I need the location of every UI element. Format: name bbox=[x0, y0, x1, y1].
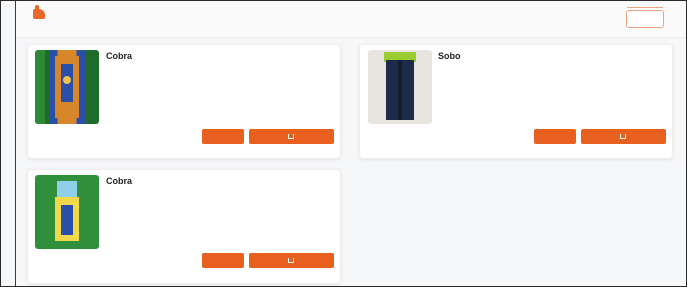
product-title[interactable]: Cobra bbox=[106, 51, 132, 61]
product-card: Sobo bbox=[359, 44, 673, 159]
login-button[interactable] bbox=[626, 7, 664, 28]
product-image[interactable] bbox=[35, 50, 99, 124]
app-window: Cobra Sobo Cobra bbox=[0, 0, 687, 287]
top-navbar bbox=[16, 1, 686, 38]
garment-illustration bbox=[35, 50, 79, 124]
garment-illustration bbox=[384, 52, 416, 120]
product-image[interactable] bbox=[368, 50, 432, 124]
add-to-cart-button[interactable] bbox=[581, 129, 666, 144]
product-card: Cobra bbox=[27, 169, 341, 284]
buy-now-button[interactable] bbox=[202, 253, 244, 268]
add-to-cart-button[interactable] bbox=[249, 129, 334, 144]
add-to-cart-button[interactable] bbox=[249, 253, 334, 268]
product-title[interactable]: Cobra bbox=[106, 176, 132, 186]
product-card: Cobra bbox=[27, 44, 341, 159]
cart-icon bbox=[619, 134, 626, 139]
garment-illustration bbox=[53, 179, 81, 245]
cart-icon bbox=[287, 258, 294, 263]
buy-now-button[interactable] bbox=[202, 129, 244, 144]
cat-logo-icon bbox=[33, 5, 45, 19]
product-image[interactable] bbox=[35, 175, 99, 249]
login-divider bbox=[627, 7, 663, 8]
buy-now-button[interactable] bbox=[534, 129, 576, 144]
cart-icon bbox=[287, 134, 294, 139]
product-title[interactable]: Sobo bbox=[438, 51, 461, 61]
brand-logo[interactable] bbox=[33, 5, 49, 19]
